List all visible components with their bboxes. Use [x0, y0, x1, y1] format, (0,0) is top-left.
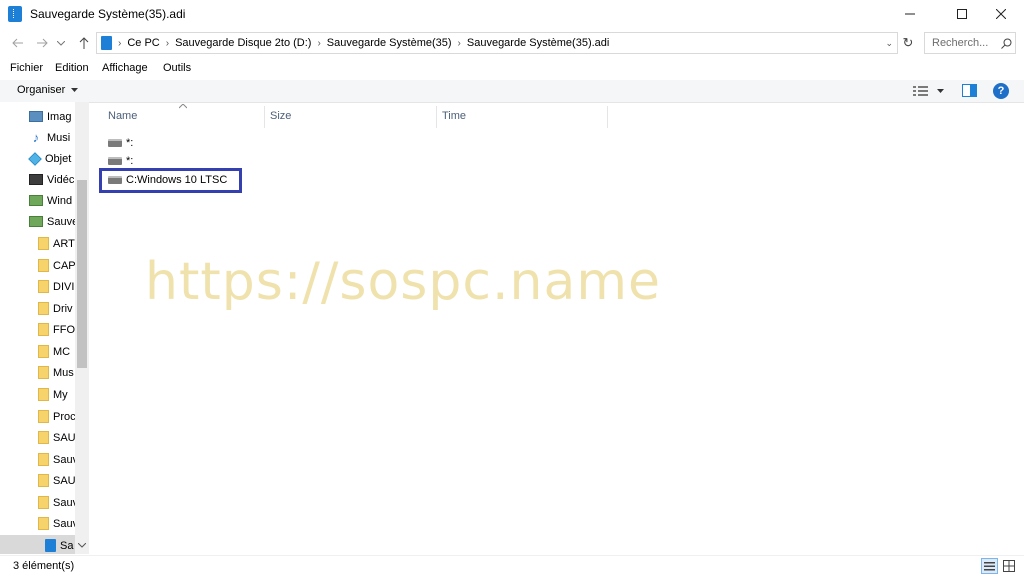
search-input[interactable]: Recherch...: [924, 32, 1016, 54]
column-header-size[interactable]: Size: [270, 110, 291, 128]
drive-icon: [108, 139, 122, 147]
menu-item-outils[interactable]: Outils: [163, 62, 191, 74]
minimize-icon: [905, 13, 915, 15]
search-icon: [1001, 38, 1012, 49]
large-icons-view-button[interactable]: [1001, 558, 1018, 574]
title-bar: Sauvegarde Système(35).adi: [0, 0, 1024, 28]
breadcrumb-item[interactable]: Sauvegarde Système(35): [327, 37, 452, 49]
close-button[interactable]: [978, 0, 1024, 28]
folder-icon: [38, 259, 49, 272]
menu-item-fichier[interactable]: Fichier: [10, 62, 43, 74]
nav-scrollbar-thumb[interactable]: [77, 180, 87, 368]
column-header-name[interactable]: Name: [108, 110, 137, 128]
folder-icon: [38, 453, 49, 466]
folder-icon: [38, 323, 49, 336]
archive-icon: [101, 36, 112, 50]
arrow-left-icon: [12, 38, 23, 48]
video-icon: [29, 174, 43, 185]
drive-icon: [108, 157, 122, 165]
folder-icon: [38, 280, 49, 293]
breadcrumb-item[interactable]: Sauvegarde Système(35).adi: [467, 37, 609, 49]
chevron-right-icon: ›: [165, 37, 170, 49]
organize-button[interactable]: Organiser: [17, 84, 79, 96]
close-icon: [996, 9, 1006, 19]
forward-button[interactable]: [32, 33, 52, 53]
arrow-right-icon: [37, 38, 48, 48]
folder-icon: [38, 366, 49, 379]
nav-item-selected[interactable]: Sa: [0, 535, 76, 554]
breadcrumb-item[interactable]: Sauvegarde Disque 2to (D:): [175, 37, 311, 49]
help-icon[interactable]: ?: [993, 83, 1009, 99]
organize-label: Organiser: [17, 84, 66, 96]
watermark: https://sospc.name: [145, 252, 661, 312]
column-divider[interactable]: [264, 106, 265, 128]
refresh-button[interactable]: ↻: [899, 34, 917, 52]
refresh-icon: ↻: [902, 35, 914, 50]
file-name: *:: [126, 155, 134, 167]
maximize-icon: [957, 9, 967, 19]
view-options-button[interactable]: [913, 85, 929, 97]
folder-icon: [38, 237, 49, 250]
sort-ascending-icon: [179, 104, 187, 109]
up-button[interactable]: [74, 33, 94, 53]
window-title: Sauvegarde Système(35).adi: [30, 7, 186, 21]
details-view-icon: [913, 86, 928, 96]
breadcrumb-item[interactable]: Ce PC: [127, 37, 159, 49]
chevron-down-icon: [57, 40, 65, 46]
folder-icon: [38, 345, 49, 358]
back-button[interactable]: [8, 33, 28, 53]
preview-pane-button[interactable]: [962, 84, 977, 100]
column-header-time[interactable]: Time: [442, 110, 466, 128]
folder-icon: [38, 388, 49, 401]
archive-icon: [45, 539, 56, 552]
folder-icon: [38, 517, 49, 530]
arrow-up-icon: [79, 37, 89, 49]
pictures-icon: [29, 111, 43, 122]
drive-icon: [29, 195, 43, 206]
minimize-button[interactable]: [887, 0, 933, 28]
music-note-icon: ♪: [32, 130, 40, 145]
address-row: › Ce PC › Sauvegarde Disque 2to (D:) › S…: [0, 30, 1024, 56]
menu-item-edition[interactable]: Edition: [55, 62, 89, 74]
item-count: 3 élément(s): [13, 560, 75, 572]
folder-icon: [38, 431, 49, 444]
recent-dropdown[interactable]: [54, 33, 68, 53]
scroll-down-icon[interactable]: [78, 543, 86, 548]
large-icons-view-icon: [1003, 560, 1015, 572]
preview-pane-icon: [962, 84, 977, 97]
address-bar[interactable]: › Ce PC › Sauvegarde Disque 2to (D:) › S…: [96, 32, 898, 54]
column-divider[interactable]: [607, 106, 608, 128]
file-row[interactable]: *:: [108, 134, 133, 152]
highlight-box: [99, 168, 242, 193]
chevron-right-icon: ›: [457, 37, 461, 49]
folder-icon: [38, 302, 49, 315]
caret-down-icon[interactable]: [937, 89, 944, 93]
archive-icon: [8, 6, 22, 22]
file-name: *:: [126, 137, 134, 149]
command-bar: Organiser ?: [0, 80, 1024, 103]
column-divider[interactable]: [436, 106, 437, 128]
folder-icon: [38, 496, 49, 509]
chevron-down-icon[interactable]: ⌄: [885, 38, 893, 49]
3d-objects-icon: [28, 151, 42, 166]
caret-down-icon: [71, 88, 79, 92]
details-view-icon: [984, 562, 995, 571]
chevron-right-icon: ›: [118, 37, 122, 49]
folder-icon: [38, 474, 49, 487]
search-placeholder: Recherch...: [932, 37, 989, 49]
drive-icon: [29, 216, 43, 227]
chevron-right-icon: ›: [317, 37, 321, 49]
details-view-button[interactable]: [981, 558, 998, 574]
menu-item-affichage[interactable]: Affichage: [102, 62, 148, 74]
folder-icon: [38, 410, 49, 423]
status-bar: 3 élément(s): [0, 555, 1024, 577]
